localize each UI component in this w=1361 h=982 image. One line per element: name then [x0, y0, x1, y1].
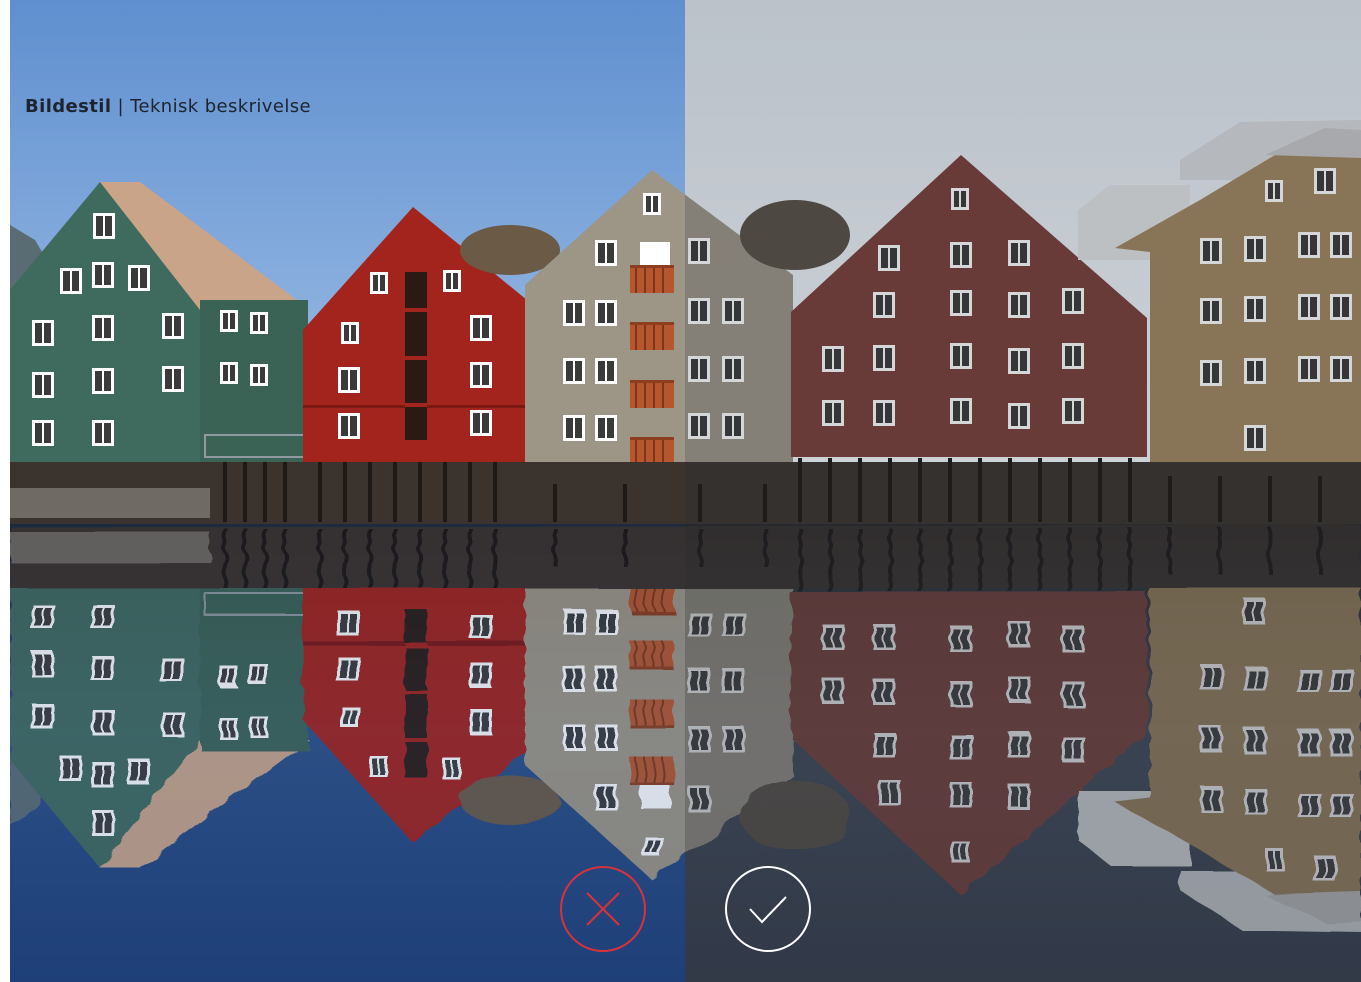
caption-title: Bildestil: [25, 96, 112, 117]
reject-button[interactable]: [560, 866, 646, 952]
accept-button[interactable]: [725, 866, 811, 952]
photo-comparison: [0, 0, 1361, 982]
caption-subtitle: Teknisk beskrivelse: [130, 96, 311, 117]
checkmark-icon: [749, 896, 787, 924]
caption-separator: |: [111, 96, 131, 117]
image-caption: Bildestil | Teknisk beskrivelse: [25, 96, 311, 117]
close-icon: [586, 892, 620, 926]
